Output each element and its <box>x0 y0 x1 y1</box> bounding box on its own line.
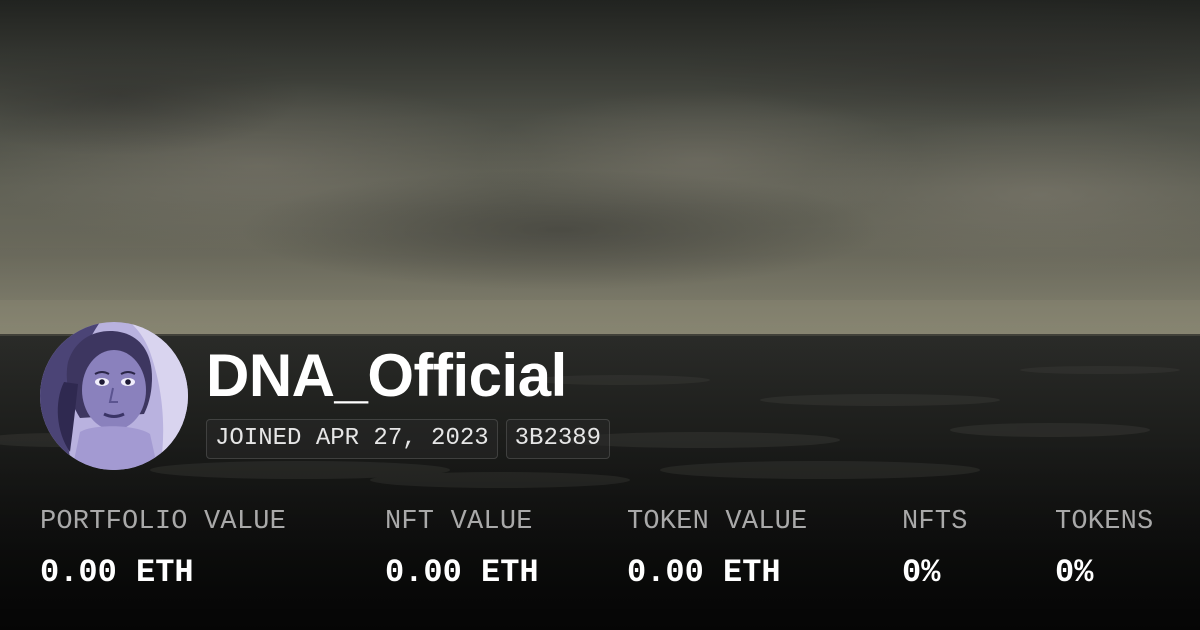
stat-tokens: TOKENS 0% <box>1055 505 1153 590</box>
stat-label: TOKEN VALUE <box>627 507 808 537</box>
wallet-address-badge[interactable]: 3B2389 <box>505 419 611 459</box>
stat-nft-value: NFT VALUE 0.00 ETH <box>385 505 539 590</box>
stat-label: TOKENS <box>1055 507 1154 537</box>
stat-label: NFTS <box>902 507 968 537</box>
avatar[interactable] <box>40 322 188 470</box>
joined-date-badge: JOINED APR 27, 2023 <box>206 419 498 459</box>
stat-nfts: NFTS 0% <box>902 505 968 590</box>
stat-value: 0.00 ETH <box>627 554 781 591</box>
stat-token-value: TOKEN VALUE 0.00 ETH <box>627 505 807 590</box>
stat-value: 0.00 ETH <box>40 554 194 591</box>
profile-badges: JOINED APR 27, 2023 3B2389 <box>206 419 611 459</box>
stat-portfolio-value: PORTFOLIO VALUE 0.00 ETH <box>40 505 286 590</box>
profile-share-card: DNA_Official JOINED APR 27, 2023 3B2389 … <box>0 0 1200 630</box>
stat-value: 0.00 ETH <box>385 554 539 591</box>
username: DNA_Official <box>206 342 567 409</box>
profile-portrait-image <box>40 322 188 470</box>
stat-label: NFT VALUE <box>385 507 533 537</box>
stat-value: 0% <box>902 554 941 591</box>
stat-label: PORTFOLIO VALUE <box>40 507 287 537</box>
stat-value: 0% <box>1055 554 1094 591</box>
